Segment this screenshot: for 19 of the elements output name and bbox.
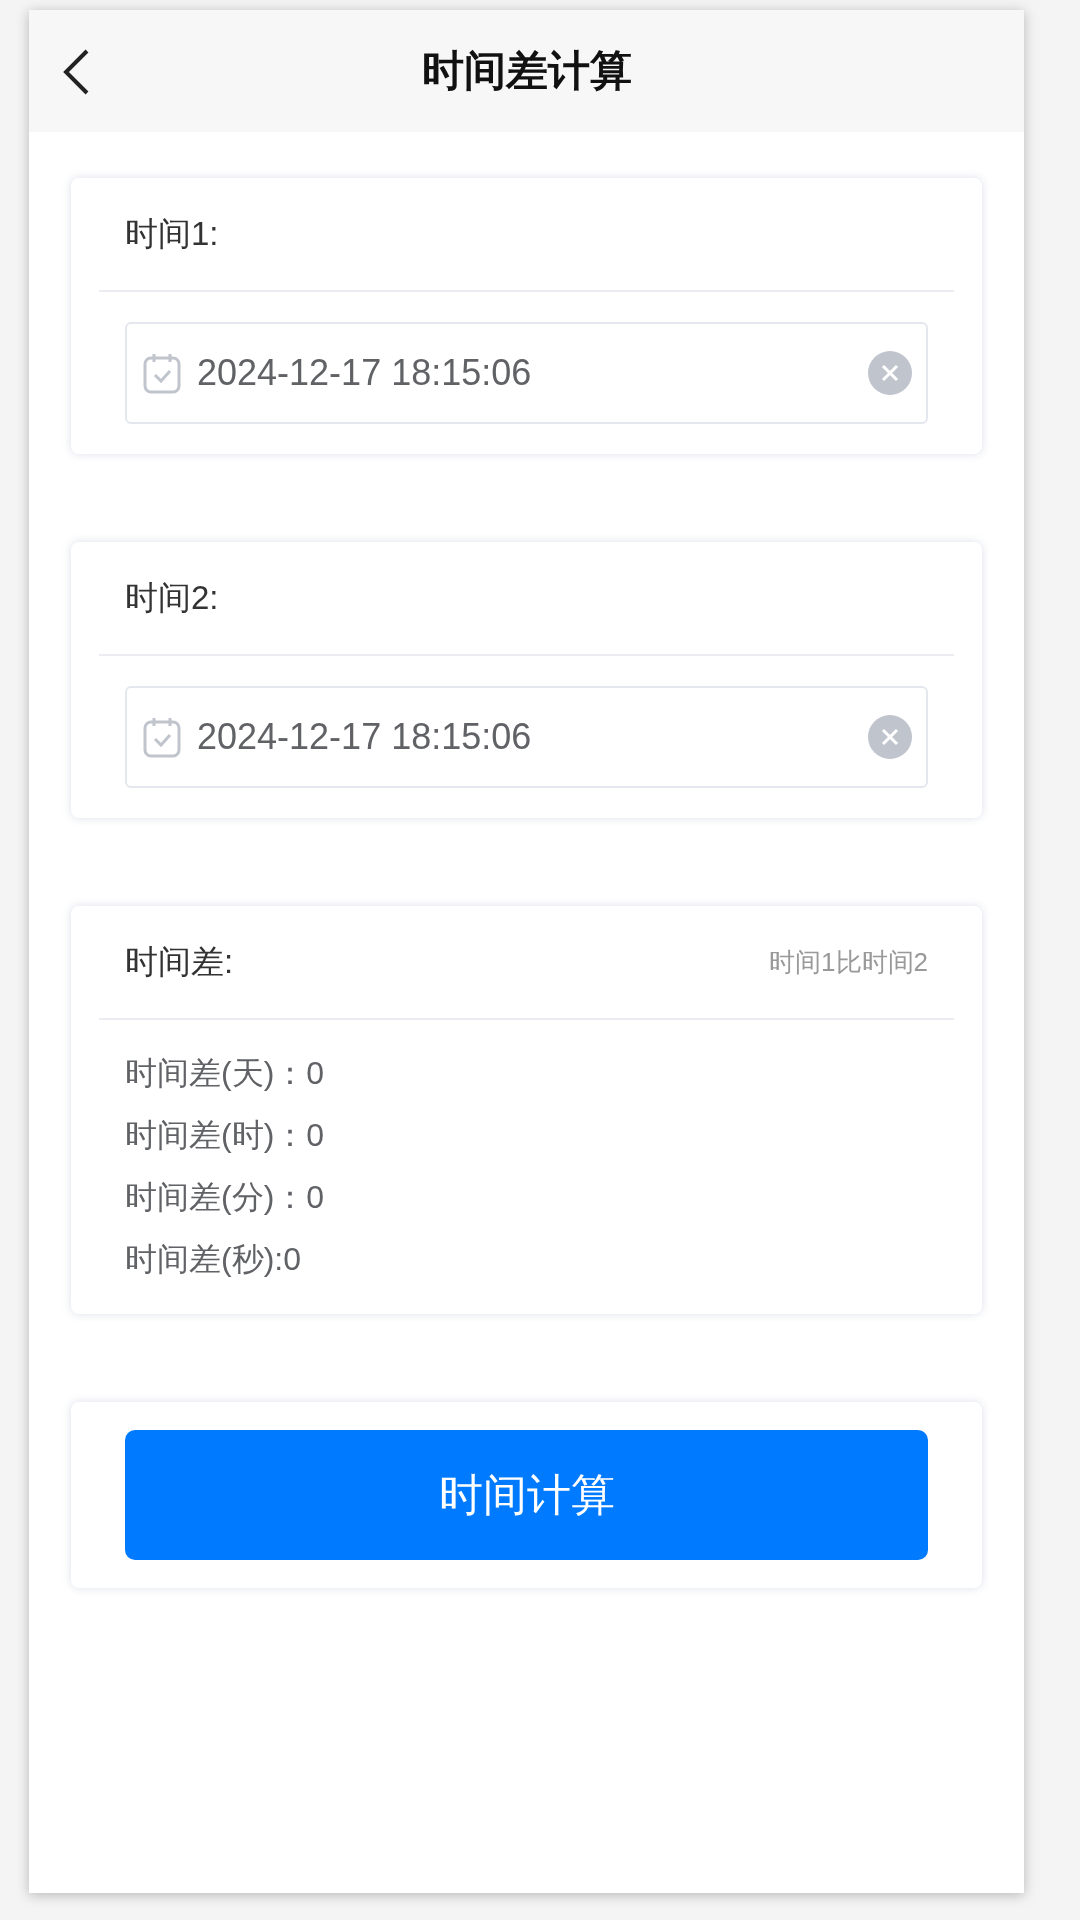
result-label: 时间差: — [125, 942, 234, 983]
clear-button[interactable] — [868, 351, 912, 395]
calendar-icon — [143, 352, 181, 394]
comparison-note: 时间1比时间2 — [769, 945, 928, 979]
result-line: 时间差(分)：0 — [125, 1178, 326, 1217]
field-label: 时间1: — [125, 214, 219, 255]
result-line: 时间差(天)：0 — [125, 1054, 326, 1093]
close-icon — [880, 363, 900, 383]
calendar-icon — [143, 716, 181, 758]
field-label: 时间2: — [125, 578, 219, 619]
result-line: 时间差(秒):0 — [125, 1240, 302, 1279]
close-icon — [880, 727, 900, 747]
calculate-button[interactable]: 时间计算 — [125, 1430, 928, 1560]
result-line: 时间差(时)：0 — [125, 1116, 326, 1155]
back-icon[interactable] — [61, 48, 91, 96]
clear-button[interactable] — [868, 715, 912, 759]
date-field[interactable]: 2024-12-17 18:15:06 — [125, 322, 928, 424]
date-field[interactable]: 2024-12-17 18:15:06 — [125, 686, 928, 788]
page-title: 时间差计算 — [421, 45, 632, 96]
